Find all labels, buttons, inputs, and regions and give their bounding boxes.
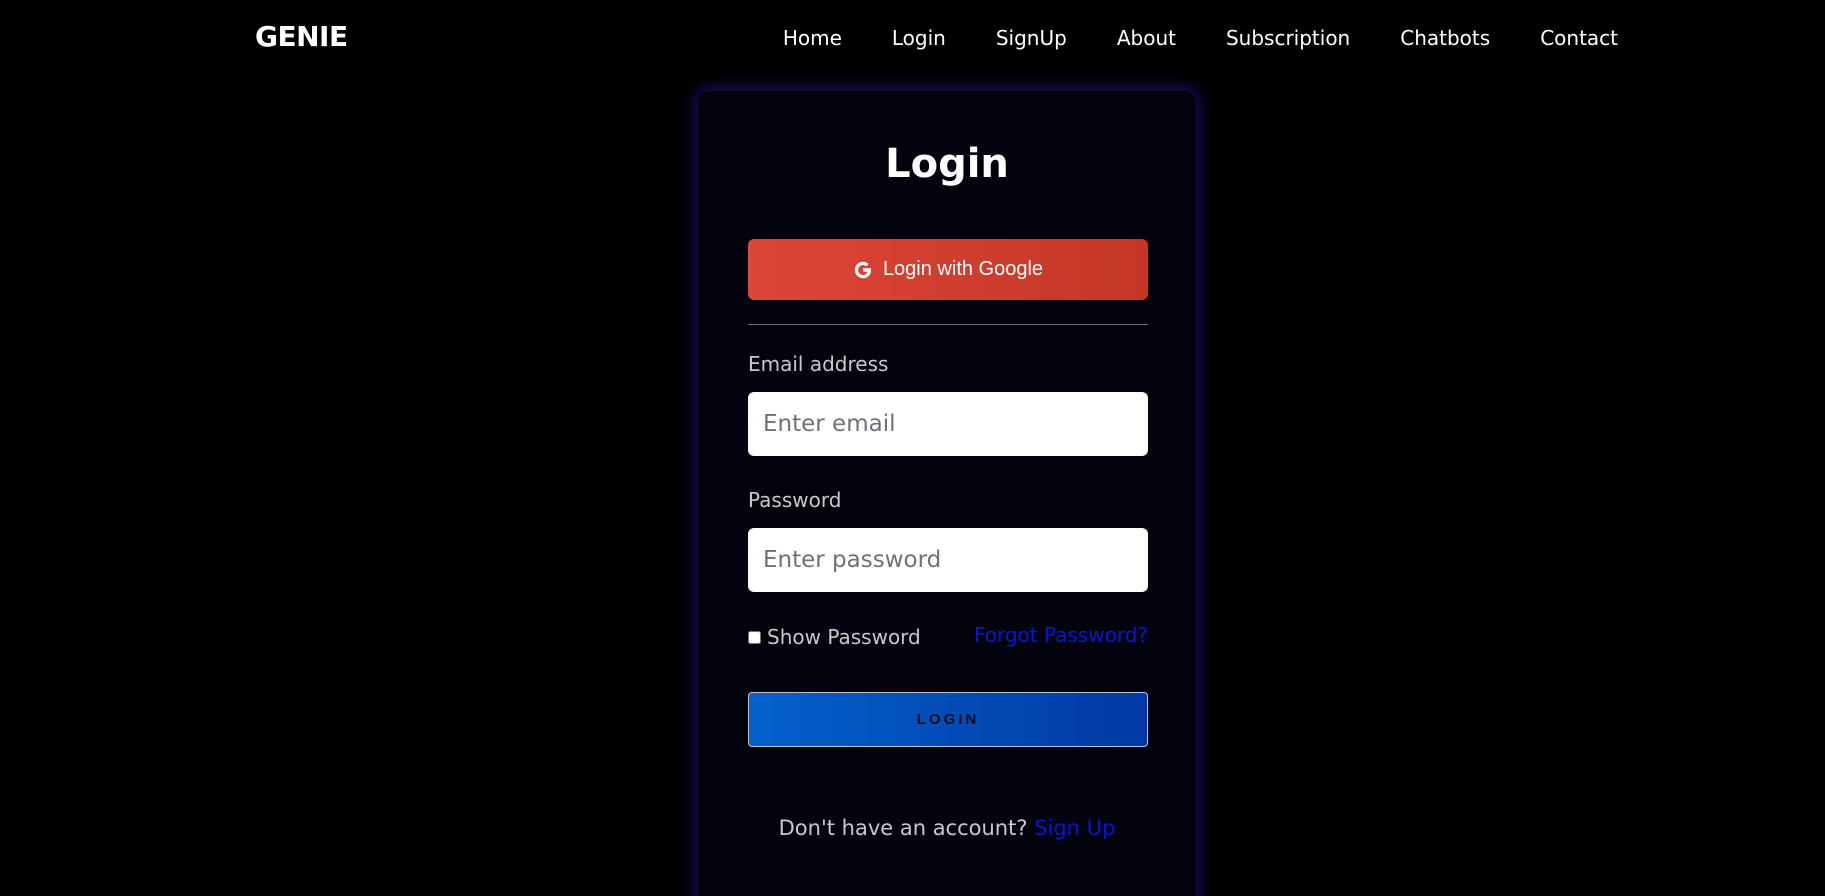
- signup-prompt: Don't have an account?: [778, 816, 1028, 840]
- forgot-password-link[interactable]: Forgot Password?: [974, 623, 1148, 647]
- password-field[interactable]: [748, 528, 1148, 592]
- show-password-label: Show Password: [767, 625, 921, 649]
- login-button-label: LOGIN: [916, 711, 980, 728]
- password-label: Password: [748, 488, 842, 512]
- nav-link-contact[interactable]: Contact: [1540, 26, 1618, 50]
- brand-logo[interactable]: GENIE: [255, 20, 348, 53]
- nav-link-about[interactable]: About: [1117, 26, 1176, 50]
- google-login-button[interactable]: Login with Google: [748, 239, 1148, 300]
- email-field[interactable]: [748, 392, 1148, 456]
- signup-row: Don't have an account? Sign Up: [698, 816, 1196, 840]
- nav-links: Home Login SignUp About Subscription Cha…: [783, 26, 1618, 50]
- nav-link-chatbots[interactable]: Chatbots: [1400, 26, 1490, 50]
- show-password-checkbox[interactable]: [748, 630, 761, 644]
- login-page: GENIE Home Login SignUp About Subscripti…: [0, 0, 1825, 896]
- google-g-icon: [853, 260, 873, 280]
- nav-link-home[interactable]: Home: [783, 26, 842, 50]
- nav-link-subscription[interactable]: Subscription: [1226, 26, 1350, 50]
- nav-link-login[interactable]: Login: [892, 26, 946, 50]
- login-button[interactable]: LOGIN: [748, 692, 1148, 747]
- navbar: GENIE Home Login SignUp About Subscripti…: [0, 0, 1825, 80]
- google-login-label: Login with Google: [882, 258, 1044, 280]
- divider: [748, 324, 1148, 325]
- login-card: Login Login with Google Email address Pa…: [698, 91, 1196, 896]
- page-title: Login: [885, 141, 1009, 187]
- show-password-toggle[interactable]: Show Password: [748, 625, 921, 649]
- signup-link[interactable]: Sign Up: [1034, 816, 1115, 840]
- nav-link-signup[interactable]: SignUp: [996, 26, 1067, 50]
- email-label: Email address: [748, 352, 889, 376]
